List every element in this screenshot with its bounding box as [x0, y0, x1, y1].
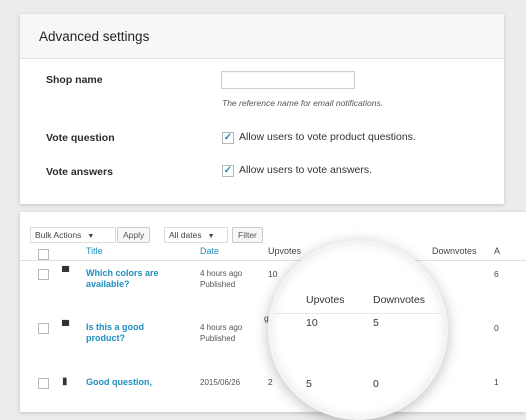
speech-bubble-icon: ▀: [62, 321, 70, 332]
column-downvotes-header[interactable]: Downvotes: [432, 246, 477, 256]
header-divider: [20, 260, 526, 261]
settings-title: Advanced settings: [39, 29, 150, 44]
row-title-link[interactable]: Good question,: [86, 377, 152, 388]
settings-header: Advanced settings: [20, 14, 504, 59]
bulk-actions-label: Bulk Actions: [35, 230, 82, 240]
column-upvotes-header[interactable]: Upvotes: [268, 246, 301, 256]
copy-icon: ▮: [62, 376, 68, 387]
row-extra: 6: [494, 269, 499, 279]
magnified-row1-upvotes: 10: [306, 317, 318, 329]
row-title-line: Which colors are: [86, 268, 159, 278]
dropdown-arrow-icon: ▼: [207, 233, 215, 240]
shop-name-input[interactable]: [221, 71, 355, 89]
dates-label: All dates: [169, 230, 202, 240]
row-date-line: Published: [200, 334, 236, 343]
row-title-line: Is this a good: [86, 322, 145, 332]
row-date-line: 2015/06/26: [200, 378, 241, 387]
column-extra-header: A: [494, 246, 501, 256]
column-date-header[interactable]: Date: [200, 246, 219, 256]
dropdown-arrow-icon: ▼: [87, 233, 95, 240]
select-all-checkbox[interactable]: [38, 249, 49, 260]
magnified-row1-downvotes: 5: [373, 317, 379, 329]
magnified-downvotes-header: Downvotes: [373, 294, 425, 306]
row-checkbox[interactable]: [38, 323, 49, 334]
magnifier-lens: Upvotes Downvotes 10 5 5 0: [268, 240, 448, 420]
vote-answers-option: Allow users to vote answers.: [239, 164, 373, 176]
shop-name-label: Shop name: [46, 74, 103, 86]
row-extra: 0: [494, 323, 499, 333]
row-checkbox[interactable]: [38, 378, 49, 389]
vote-question-checkbox[interactable]: ✓: [222, 132, 234, 144]
row-title-line: product?: [86, 333, 125, 343]
advanced-settings-panel: Advanced settings Shop name The referenc…: [20, 14, 504, 204]
row-title-line: Good question,: [86, 377, 152, 387]
shop-name-hint: The reference name for email notificatio…: [222, 98, 384, 108]
row-title-line: available?: [86, 279, 130, 289]
vote-answers-label: Vote answers: [46, 166, 113, 178]
magnified-row2-upvotes: 5: [306, 378, 312, 390]
magnified-row2-downvotes: 0: [373, 378, 379, 390]
row-date-line: Published: [200, 280, 236, 289]
speech-bubble-icon: ▀: [62, 267, 70, 278]
row-upvotes: 2: [268, 377, 273, 387]
bulk-actions-select[interactable]: Bulk Actions ▼: [30, 227, 116, 243]
filter-button[interactable]: Filter: [232, 227, 263, 243]
magnified-upvotes-header: Upvotes: [306, 294, 345, 306]
row-upvotes: 10: [268, 269, 278, 279]
dates-select[interactable]: All dates ▼: [164, 227, 228, 243]
row-date: 4 hours ago Published: [200, 322, 242, 344]
column-title-header[interactable]: Title: [86, 246, 103, 256]
vote-question-label: Vote question: [46, 132, 115, 144]
row-date: 4 hours ago Published: [200, 268, 242, 290]
row-checkbox[interactable]: [38, 269, 49, 280]
row-title-link[interactable]: Is this a good product?: [86, 322, 144, 344]
row-extra: 1: [494, 377, 499, 387]
magnified-divider: [273, 313, 443, 314]
row-title-link[interactable]: Which colors are available?: [86, 268, 159, 290]
vote-answers-checkbox[interactable]: ✓: [222, 165, 234, 177]
row-date-line: 4 hours ago: [200, 269, 243, 278]
apply-button[interactable]: Apply: [117, 227, 151, 243]
vote-question-option: Allow users to vote product questions.: [239, 131, 416, 143]
row-date: 2015/06/26: [200, 377, 240, 388]
row-date-line: 4 hours ago: [200, 323, 243, 332]
